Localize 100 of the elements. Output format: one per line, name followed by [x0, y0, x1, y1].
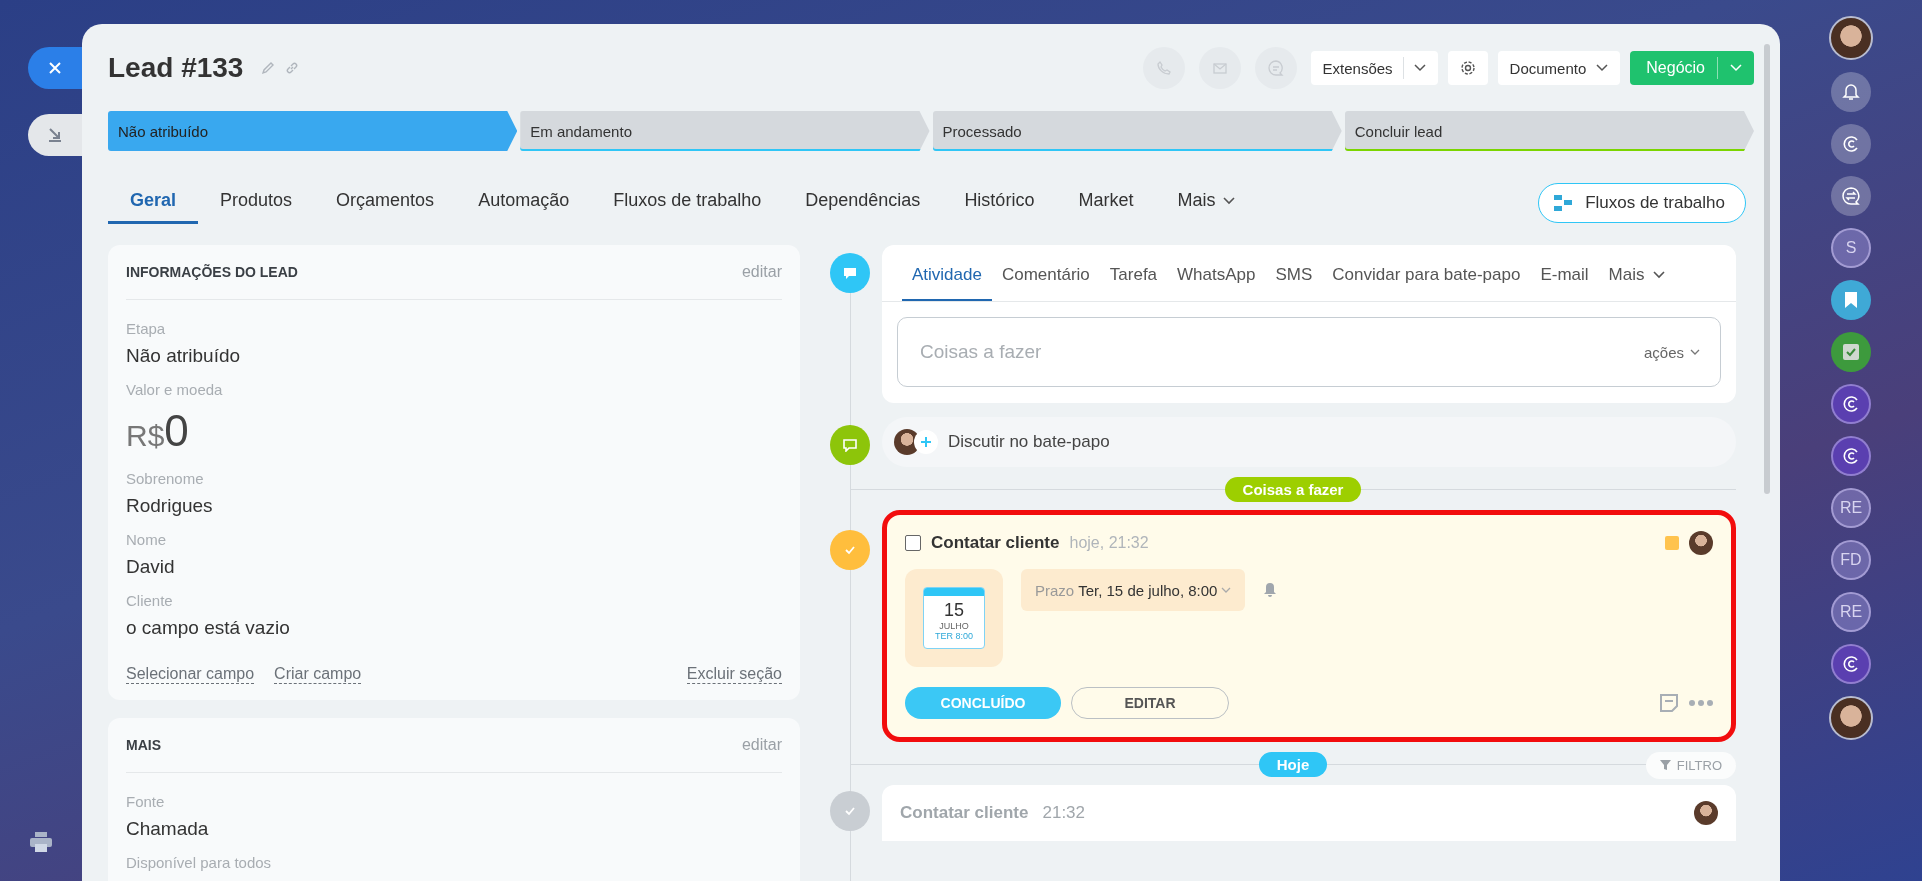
history-title: Contatar cliente — [900, 803, 1029, 823]
activity-tab[interactable]: WhatsApp — [1167, 265, 1266, 301]
deadline-dropdown[interactable]: Prazo Ter, 15 de julho, 8:00 — [1021, 569, 1246, 611]
page-title: Lead #133 — [108, 52, 244, 84]
stage-step[interactable]: Em andamento — [520, 111, 930, 151]
tab[interactable]: Market — [1056, 182, 1156, 224]
activity-tab[interactable]: Tarefa — [1099, 265, 1168, 301]
caret-icon — [1652, 271, 1665, 279]
tab[interactable]: Produtos — [198, 182, 315, 224]
scrollbar[interactable] — [1764, 44, 1770, 494]
spiral-button[interactable] — [1831, 384, 1871, 424]
activity-tab[interactable]: SMS — [1265, 265, 1323, 301]
field-label: Etapa — [126, 320, 167, 337]
spiral-button[interactable] — [1831, 124, 1871, 164]
chat-exchange-button[interactable] — [1831, 176, 1871, 216]
spiral-icon — [1841, 654, 1861, 674]
spiral-button[interactable] — [1831, 644, 1871, 684]
stage-step[interactable]: Concluir lead — [1344, 111, 1754, 151]
tab[interactable]: Orçamentos — [314, 182, 457, 224]
caret-icon — [1596, 64, 1609, 72]
chat-label: Discutir no bate-papo — [948, 432, 1110, 452]
tab[interactable]: Fluxos de trabalho — [591, 182, 784, 224]
calendar-icon: 15 JULHO TER 8:00 — [923, 587, 985, 649]
chat-icon — [830, 425, 870, 465]
caret-icon — [1690, 348, 1700, 356]
user-avatar[interactable] — [1829, 16, 1873, 60]
check-icon — [830, 530, 870, 570]
field-label: Nome — [126, 531, 167, 548]
chat-avatar[interactable]: RE — [1831, 488, 1871, 528]
tab[interactable]: Automação — [456, 182, 592, 224]
close-button[interactable] — [28, 47, 82, 89]
field-label: Disponível para todos — [126, 854, 273, 871]
field-label: Sobrenome — [126, 470, 205, 487]
printer-icon[interactable] — [29, 831, 53, 853]
field-label: Cliente — [126, 592, 174, 609]
tab[interactable]: Histórico — [942, 182, 1057, 224]
comment-icon — [830, 253, 870, 293]
section-title: MAIS — [126, 737, 161, 753]
field-value: David — [126, 556, 176, 578]
field-value: Não atribuído — [126, 345, 242, 367]
field-label: Valor e moeda — [126, 381, 224, 398]
phone-icon — [1155, 60, 1172, 76]
bookmark-button[interactable] — [1831, 280, 1871, 320]
workflows-button[interactable]: Fluxos de trabalho — [1538, 183, 1746, 223]
activity-tab[interactable]: Comentário — [991, 265, 1100, 301]
tab[interactable]: Dependências — [783, 182, 943, 224]
date-badge: Hoje — [1258, 752, 1328, 777]
caret-icon — [1413, 64, 1426, 72]
field-link[interactable]: Criar campo — [274, 665, 362, 684]
history-time: 21:32 — [1042, 803, 1086, 823]
workflow-icon — [1553, 194, 1574, 212]
extensions-button[interactable]: Extensões — [1310, 51, 1438, 85]
delete-section-link[interactable]: Excluir seção — [686, 665, 782, 684]
chat-avatar[interactable]: RE — [1831, 592, 1871, 632]
activity-tab[interactable]: Convidar para bate-papo — [1322, 265, 1531, 301]
field-value: Chamada — [126, 818, 210, 840]
chat-avatar[interactable]: S — [1831, 228, 1871, 268]
task-checkbox[interactable] — [905, 535, 921, 551]
spiral-button[interactable] — [1831, 436, 1871, 476]
caret-icon — [1221, 586, 1232, 594]
more-tab[interactable]: Mais — [1598, 265, 1675, 301]
chat-avatar[interactable]: FD — [1831, 540, 1871, 580]
task-title: Contatar cliente — [931, 533, 1060, 553]
document-button[interactable]: Documento — [1497, 51, 1621, 85]
amount-value: 0 — [164, 406, 189, 456]
field-label: Fonte — [126, 793, 166, 810]
task-time: hoje, 21:32 — [1069, 534, 1149, 552]
user-avatar[interactable] — [1829, 696, 1873, 740]
chat-bar[interactable]: Discutir no bate-papo — [882, 417, 1736, 467]
settings-icon — [1458, 59, 1477, 77]
activity-tab[interactable]: Atividade — [902, 265, 992, 301]
mail-icon — [1211, 60, 1228, 76]
more-tab[interactable]: Mais — [1155, 182, 1258, 224]
settings-button[interactable] — [1447, 51, 1488, 85]
spiral-icon — [1841, 394, 1861, 414]
tray-arrow-icon — [46, 126, 64, 144]
chat-arrows-icon — [1841, 186, 1861, 206]
actions-dropdown[interactable]: ações — [1643, 343, 1700, 361]
bell-icon — [1841, 82, 1861, 102]
task-button[interactable] — [1831, 332, 1871, 372]
activity-tab[interactable]: E-mail — [1530, 265, 1599, 301]
flag-icon — [1665, 536, 1679, 550]
minimize-button[interactable] — [28, 114, 82, 156]
avatar — [1694, 801, 1718, 825]
spiral-icon — [1841, 446, 1861, 466]
currency-symbol: R$ — [126, 419, 165, 453]
add-icon[interactable] — [914, 430, 938, 454]
stage-step[interactable]: Processado — [932, 111, 1342, 151]
chat-icon — [1266, 59, 1285, 77]
field-value: o campo está vazio — [126, 617, 291, 639]
stage-step[interactable]: Não atribuído — [108, 111, 518, 151]
notifications-button[interactable] — [1831, 72, 1871, 112]
caret-icon — [1730, 64, 1742, 72]
field-link[interactable]: Selecionar campo — [126, 665, 255, 684]
bookmark-icon — [1844, 291, 1858, 309]
avatar — [1689, 531, 1713, 555]
filter-icon — [1659, 759, 1671, 771]
checkbox-icon — [1841, 342, 1861, 362]
todo-input[interactable]: Coisas a fazer ações — [897, 317, 1721, 387]
tab[interactable]: Geral — [108, 182, 199, 224]
